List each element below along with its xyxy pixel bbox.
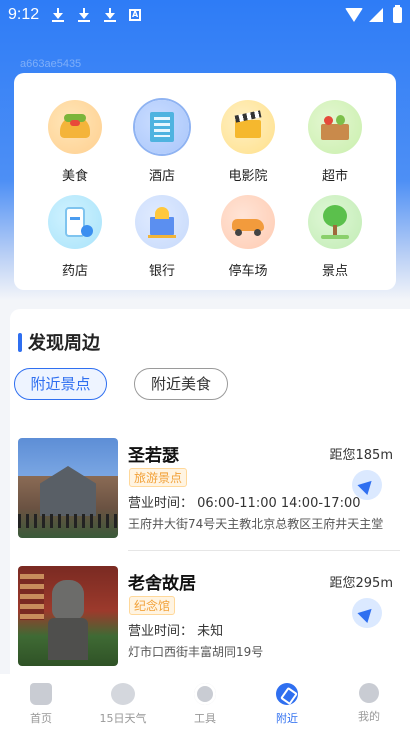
category-label: 景点: [321, 264, 348, 279]
wifi-icon: [345, 8, 363, 22]
category-cinema[interactable]: 电影院: [208, 100, 288, 184]
home-icon: [30, 683, 52, 705]
taco-icon: [48, 100, 102, 154]
gear-icon: [194, 683, 216, 705]
category-label: 银行: [148, 264, 175, 279]
compass-icon: [276, 683, 298, 705]
tab-nearby[interactable]: 附近: [246, 674, 328, 730]
user-icon: [359, 683, 379, 703]
download-icon: [51, 7, 65, 23]
navigate-arrow-icon[interactable]: [352, 598, 382, 628]
tab-label: 15日天气: [99, 712, 147, 725]
place-photo: [18, 566, 118, 666]
category-label: 美食: [61, 169, 88, 184]
status-time: 9:12: [8, 6, 40, 23]
place-hours: 营业时间： 未知: [128, 624, 224, 639]
tab-15-day-weather[interactable]: 15日天气: [82, 674, 164, 730]
tab-nearby-food[interactable]: 附近美食: [134, 368, 228, 400]
category-supermarket[interactable]: 超市: [295, 100, 375, 184]
watermark-text: a663ae5435: [20, 58, 82, 70]
place-name: 圣若瑟: [128, 446, 179, 466]
place-hours: 营业时间： 06:00-11:00 14:00-17:00: [128, 496, 361, 511]
status-bar: 9:12 A: [0, 0, 410, 30]
divider: [128, 550, 400, 551]
category-label: 停车场: [228, 264, 268, 279]
place-name: 老舍故居: [128, 574, 196, 594]
tab-nearby-attractions[interactable]: 附近景点: [14, 368, 107, 400]
category-food[interactable]: 美食: [35, 100, 115, 184]
tab-label: 工具: [194, 712, 216, 725]
place-category-badge: 纪念馆: [129, 596, 176, 615]
tab-label: 附近: [276, 712, 298, 725]
category-label: 药店: [61, 264, 88, 279]
category-scenic[interactable]: 景点: [295, 195, 375, 279]
discover-nearby-section: 发现周边 附近景点 附近美食 圣若瑟 距您185m 旅游景点 营业时间： 06:…: [10, 309, 410, 674]
list-item[interactable]: 圣若瑟 距您185m 旅游景点 营业时间： 06:00-11:00 14:00-…: [18, 438, 393, 543]
tree-icon: [308, 195, 362, 249]
section-title: 发现周边: [18, 329, 100, 355]
tab-tools[interactable]: 工具: [164, 674, 246, 730]
category-label: 电影院: [228, 169, 268, 184]
title-accent-bar: [18, 332, 22, 352]
category-grid: 美食 酒店 电影院 超市 药店 银行 停车场 景点: [14, 73, 396, 290]
tab-home[interactable]: 首页: [0, 674, 82, 730]
download-icon: [103, 7, 117, 23]
bottom-tab-bar: 首页 15日天气 工具 附近 我的: [0, 674, 410, 730]
produce-crate-icon: [308, 100, 362, 154]
tab-label: 首页: [30, 712, 52, 725]
category-label: 酒店: [148, 169, 175, 184]
download-icon: [77, 7, 91, 23]
weather-icon: [111, 683, 135, 705]
category-pharmacy[interactable]: 药店: [35, 195, 115, 279]
section-title-text: 发现周边: [28, 333, 100, 354]
category-label: 超市: [321, 169, 348, 184]
tab-label: 我的: [358, 710, 380, 723]
car-icon: [221, 195, 275, 249]
clapperboard-icon: [221, 100, 275, 154]
place-address: 灯市口西街丰富胡同19号: [128, 645, 264, 659]
category-parking[interactable]: 停车场: [208, 195, 288, 279]
app-notification-icon: A: [129, 9, 142, 21]
category-hotel[interactable]: 酒店: [122, 100, 202, 184]
place-category-badge: 旅游景点: [129, 468, 188, 487]
tab-me[interactable]: 我的: [328, 674, 410, 730]
medicine-bottle-icon: [48, 195, 102, 249]
navigate-arrow-icon[interactable]: [352, 470, 382, 500]
bank-building-icon: [135, 195, 189, 249]
place-distance: 距您185m: [329, 448, 393, 463]
list-item[interactable]: 老舍故居 距您295m 纪念馆 营业时间： 未知 灯市口西街丰富胡同19号: [18, 566, 393, 671]
signal-icon: [369, 8, 383, 22]
place-photo: [18, 438, 118, 538]
battery-icon: [393, 5, 402, 23]
place-distance: 距您295m: [329, 576, 393, 591]
place-address: 王府井大街74号天主教北京总教区王府井天主堂: [128, 517, 384, 531]
hotel-building-icon: [135, 100, 189, 154]
category-bank[interactable]: 银行: [122, 195, 202, 279]
